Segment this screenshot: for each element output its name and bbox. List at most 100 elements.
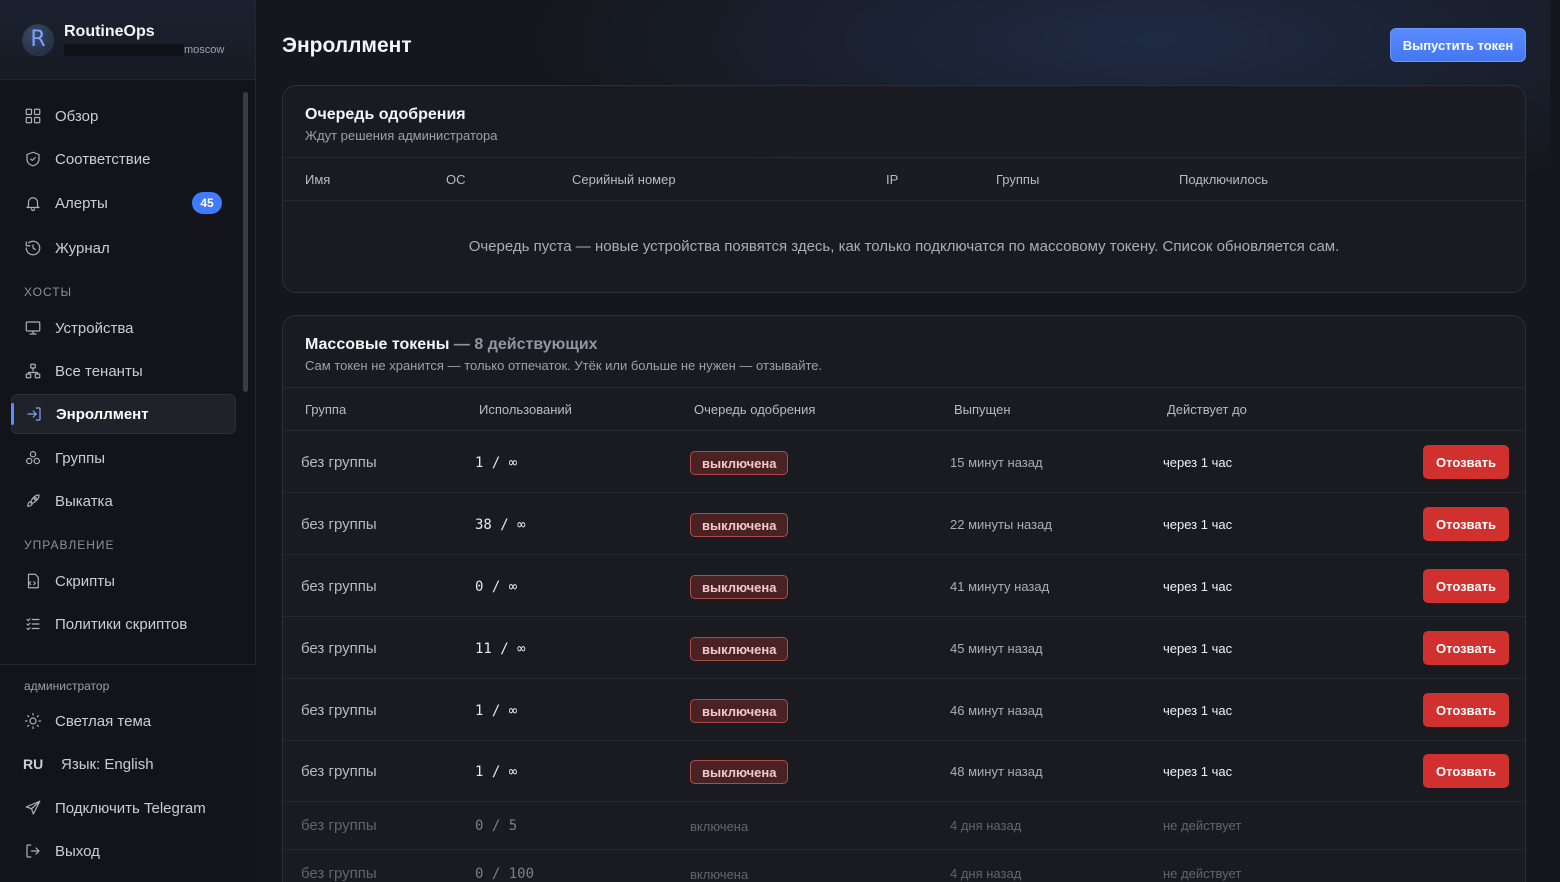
- revoke-button[interactable]: Отозвать: [1423, 631, 1509, 665]
- token-group: без группы: [301, 817, 377, 834]
- sidebar-item-enrollment[interactable]: Энроллмент: [11, 394, 236, 434]
- token-valid-until: через 1 час: [1163, 703, 1233, 718]
- column-header-issued: Выпущен: [954, 402, 1011, 417]
- token-issued: 45 минут назад: [950, 641, 1043, 656]
- table-row: без группы 11 / ∞ выключена 45 минут назад ч…: [283, 617, 1525, 679]
- token-valid-until: через 1 час: [1163, 455, 1233, 470]
- token-uses: 38 / ∞: [475, 517, 526, 533]
- token-valid-until: не действует: [1163, 866, 1242, 881]
- sidebar-scrollbar[interactable]: [243, 92, 248, 392]
- language-switch[interactable]: RU Язык: English: [11, 744, 236, 784]
- active-tokens-count: — 8 действующих: [453, 336, 598, 353]
- column-header-groups: Группы: [996, 172, 1040, 187]
- sun-icon: [23, 711, 43, 731]
- token-uses: 1 / ∞: [475, 703, 518, 719]
- revoke-button[interactable]: Отозвать: [1423, 507, 1509, 541]
- column-header-ip: IP: [886, 172, 899, 187]
- mass-tokens-table-header: Группа Использований Очередь одобрения В…: [283, 387, 1525, 431]
- token-valid-until: не действует: [1163, 818, 1242, 833]
- revoke-button[interactable]: Отозвать: [1423, 693, 1509, 727]
- column-header-valid-until: Действует до: [1167, 402, 1247, 417]
- empty-queue-message: Очередь пуста — новые устройства появятс…: [468, 238, 1340, 255]
- token-valid-until: через 1 час: [1163, 641, 1233, 656]
- token-uses: 1 / ∞: [475, 764, 518, 780]
- grid-icon: [23, 106, 43, 126]
- user-role: администратор: [24, 679, 110, 693]
- column-header-group: Группа: [305, 402, 347, 417]
- token-uses: 0 / 5: [475, 818, 518, 834]
- sidebar-item-overview[interactable]: Обзор: [11, 96, 236, 136]
- approval-queue-subtitle: Ждут решения администратора: [305, 128, 498, 143]
- column-header-os: ОС: [446, 172, 466, 187]
- sidebar-item-all-tenants[interactable]: Все тенанты: [11, 351, 236, 391]
- logout-icon: [23, 841, 43, 861]
- approval-queue-card: Очередь одобрения Ждут решения администр…: [282, 85, 1526, 293]
- network-icon: [23, 361, 43, 381]
- sidebar-item-alerts[interactable]: Алерты 45: [11, 183, 236, 223]
- column-header-connected: Подключилось: [1179, 172, 1269, 187]
- theme-toggle[interactable]: Светлая тема: [11, 701, 236, 741]
- column-header-name: Имя: [305, 172, 331, 187]
- sidebar-item-scripts[interactable]: Скрипты: [11, 561, 236, 601]
- bell-icon: [23, 193, 43, 213]
- token-group: без группы: [301, 640, 377, 657]
- sidebar-item-rollout[interactable]: Выкатка: [11, 481, 236, 521]
- table-row: без группы 0 / ∞ выключена 41 минуту назад ч…: [283, 555, 1525, 617]
- monitor-icon: [23, 318, 43, 338]
- redacted-field: [64, 44, 184, 56]
- token-uses: 0 / ∞: [475, 579, 518, 595]
- table-row: без группы 38 / ∞ выключена 22 минуты назад…: [283, 493, 1525, 555]
- token-valid-until: через 1 час: [1163, 517, 1233, 532]
- sidebar-item-script-policies[interactable]: Политики скриптов: [11, 604, 236, 644]
- sidebar-item-compliance[interactable]: Соответствие: [11, 139, 236, 179]
- revoke-button[interactable]: Отозвать: [1423, 445, 1509, 479]
- token-issued: 15 минут назад: [950, 455, 1043, 470]
- token-uses: 11 / ∞: [475, 641, 526, 657]
- language-switch-label: Язык: English: [61, 755, 154, 773]
- table-row: без группы 0 / 100 включена 4 дня назад не д…: [283, 850, 1525, 882]
- approval-queue-status-badge: выключена: [690, 575, 789, 599]
- groups-icon: [23, 448, 43, 468]
- sidebar-item-label: Энроллмент: [56, 405, 149, 423]
- connect-telegram[interactable]: Подключить Telegram: [11, 788, 236, 828]
- table-row: без группы 1 / ∞ выключена 46 минут назад че…: [283, 679, 1525, 741]
- approval-queue-table-header: Имя ОС Серийный номер IP Группы Подключи…: [283, 157, 1525, 201]
- language-code: RU: [23, 756, 44, 772]
- connect-telegram-label: Подключить Telegram: [55, 799, 206, 817]
- sidebar-item-devices[interactable]: Устройства: [11, 308, 236, 348]
- sidebar-item-label: Скрипты: [55, 572, 115, 590]
- column-header-approval-queue: Очередь одобрения: [694, 402, 816, 417]
- tenant-name: moscow: [184, 44, 225, 56]
- sidebar-footer: администратор Светлая тема RU Язык: Engl…: [0, 664, 256, 882]
- approval-queue-status-badge: выключена: [690, 699, 789, 723]
- sidebar-item-label: Все тенанты: [55, 362, 143, 380]
- token-issued: 48 минут назад: [950, 764, 1043, 779]
- token-group: без группы: [301, 865, 377, 882]
- token-group: без группы: [301, 763, 377, 780]
- sidebar-item-label: Устройства: [55, 319, 134, 337]
- table-row: без группы 0 / 5 включена 4 дня назад не дей…: [283, 802, 1525, 850]
- mass-tokens-title: Массовые токены — 8 действующих: [305, 336, 598, 354]
- issue-token-button[interactable]: Выпустить токен: [1390, 28, 1526, 62]
- sidebar-item-groups[interactable]: Группы: [11, 438, 236, 478]
- approval-queue-status-badge: выключена: [690, 760, 789, 784]
- approval-queue-title: Очередь одобрения: [305, 106, 466, 123]
- token-issued: 4 дня назад: [950, 818, 1022, 833]
- history-icon: [23, 238, 43, 258]
- script-icon: [23, 571, 43, 591]
- token-group: без группы: [301, 702, 377, 719]
- revoke-button[interactable]: Отозвать: [1423, 569, 1509, 603]
- list-check-icon: [23, 614, 43, 634]
- logout-label: Выход: [55, 842, 100, 860]
- table-row: без группы 1 / ∞ выключена 48 минут назад че…: [283, 740, 1525, 802]
- brand-header[interactable]: R RoutineOps moscow: [0, 0, 255, 80]
- mass-tokens-card: Массовые токены — 8 действующих Сам токе…: [282, 315, 1526, 882]
- main-content: Энроллмент Выпустить токен Очередь одобр…: [256, 0, 1550, 882]
- sidebar-item-journal[interactable]: Журнал: [11, 228, 236, 268]
- token-group: без группы: [301, 578, 377, 595]
- token-issued: 22 минуты назад: [950, 517, 1052, 532]
- alerts-count-badge: 45: [192, 192, 222, 214]
- revoke-button[interactable]: Отозвать: [1423, 754, 1509, 788]
- page-title: Энроллмент: [282, 34, 412, 57]
- logout-button[interactable]: Выход: [11, 831, 236, 871]
